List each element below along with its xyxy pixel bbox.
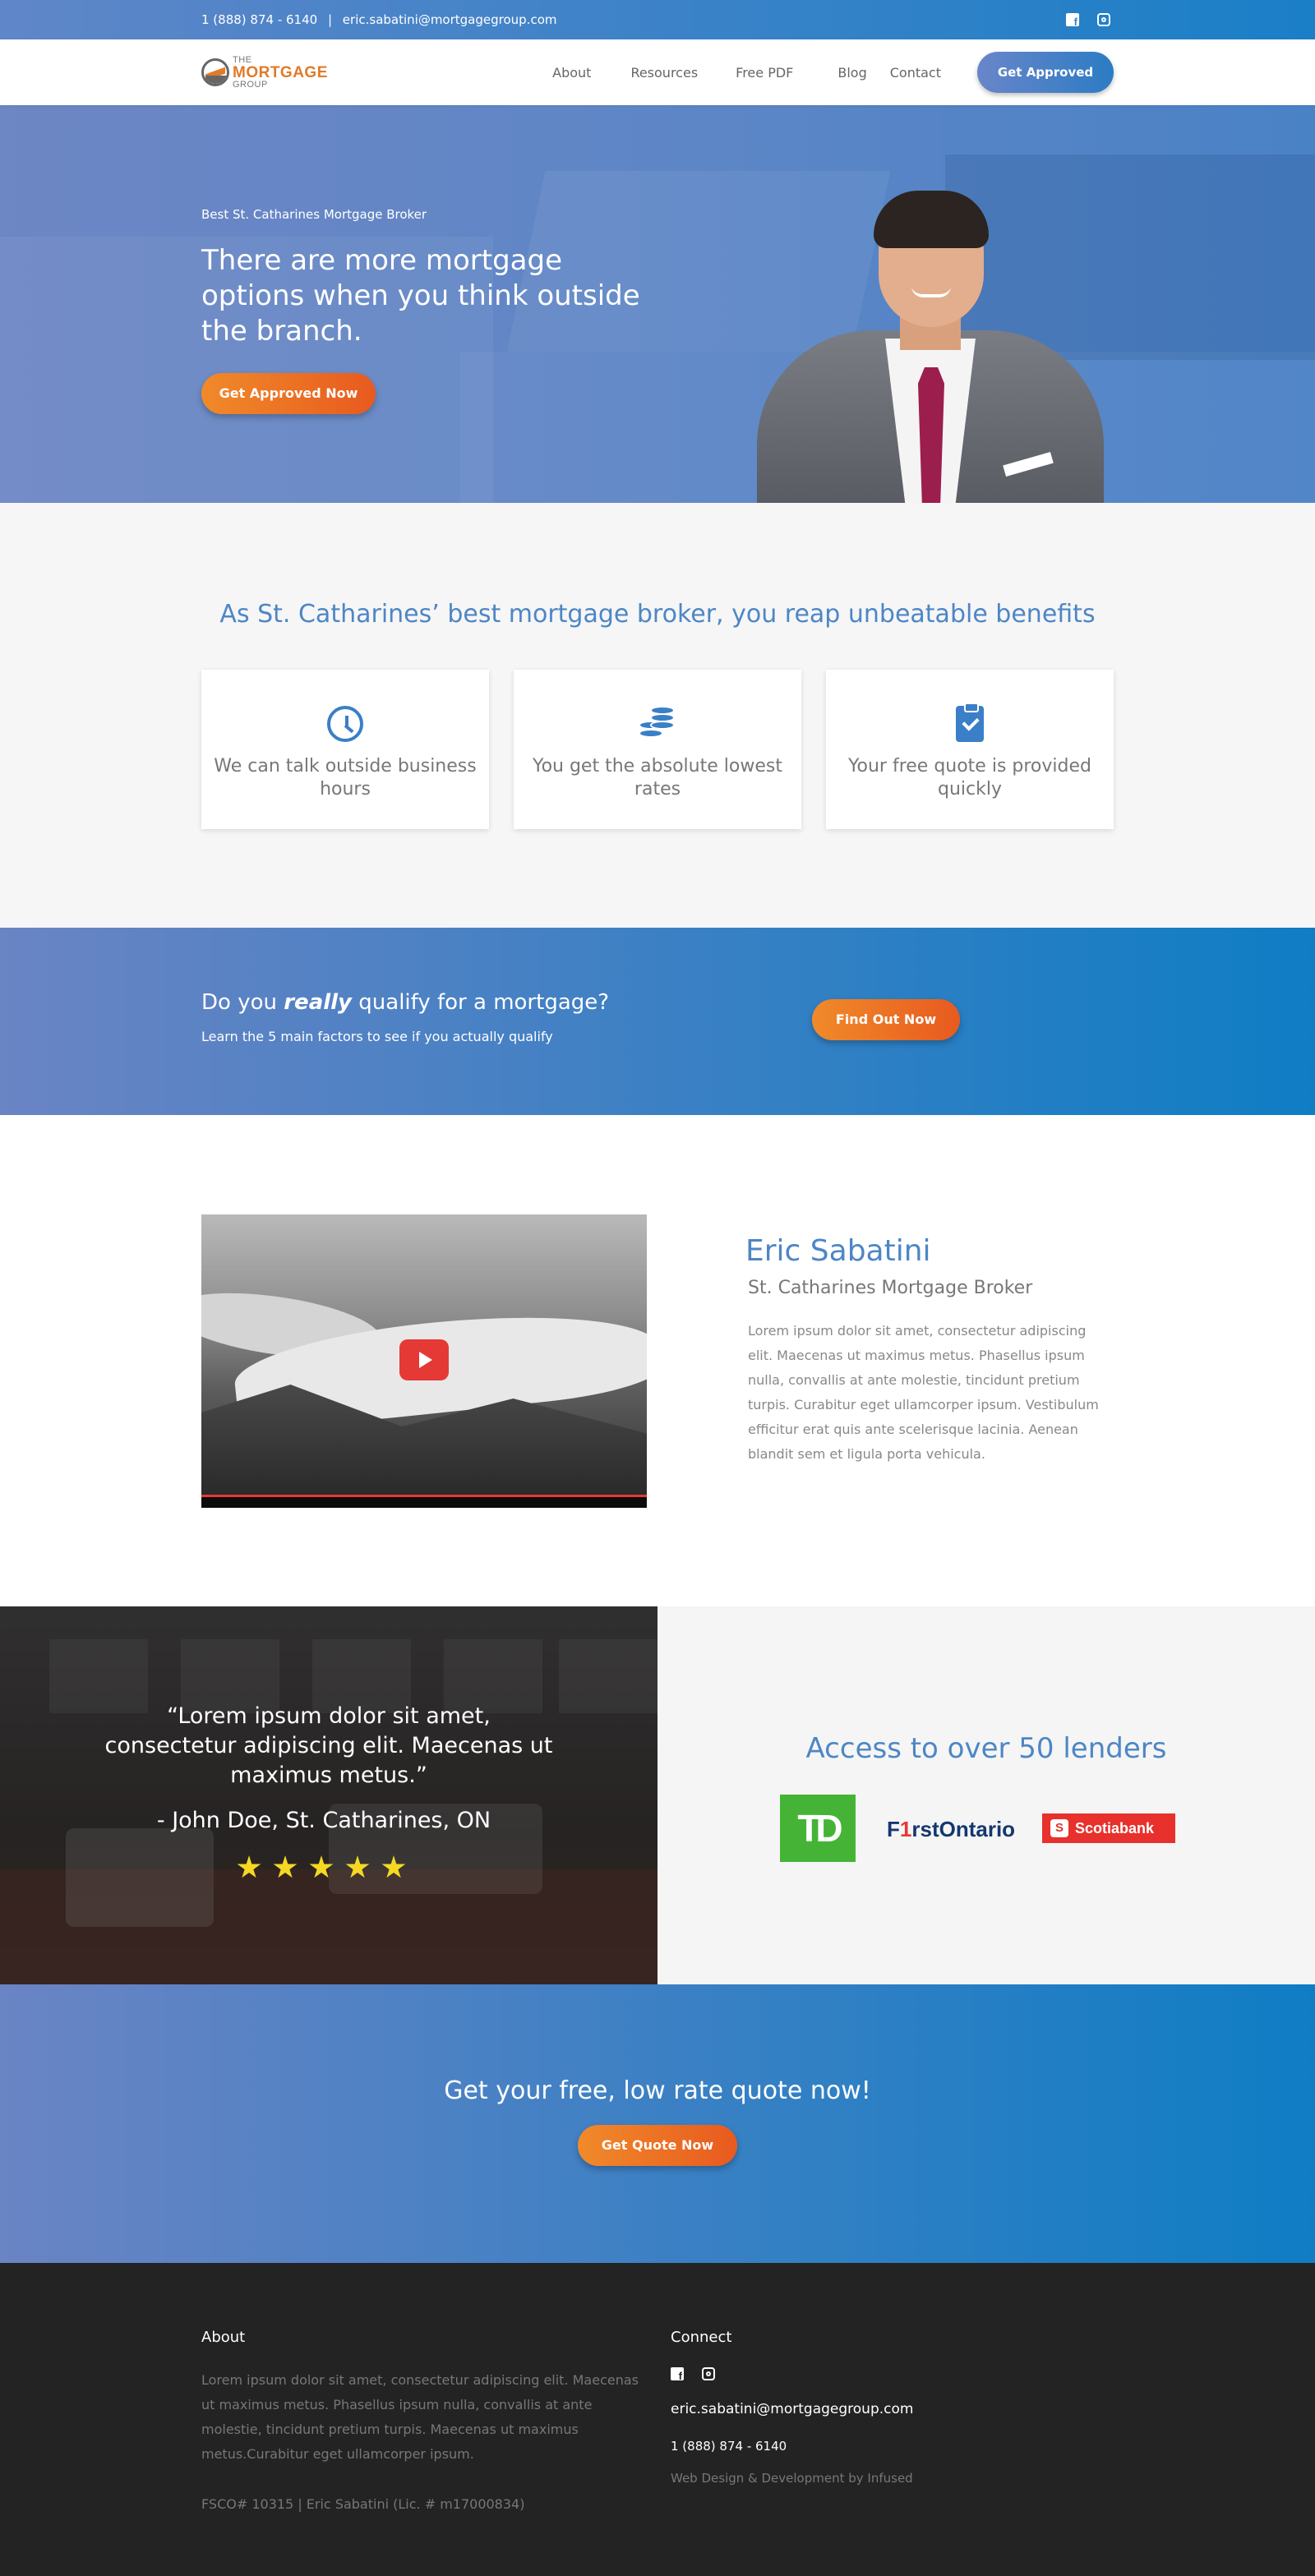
- find-out-now-button[interactable]: Find Out Now: [812, 999, 960, 1040]
- logo[interactable]: THE MORTGAGE GROUP: [201, 54, 328, 90]
- footer-about-title: About: [201, 2329, 246, 2346]
- top-bar: 1 (888) 874 - 6140 | eric.sabatini@mortg…: [0, 0, 1315, 39]
- top-email[interactable]: eric.sabatini@mortgagegroup.com: [343, 12, 557, 27]
- hero-eyebrow: Best St. Catharines Mortgage Broker: [201, 207, 427, 222]
- broker-name: Eric Sabatini: [745, 1234, 931, 1268]
- td-logo: TD: [780, 1795, 856, 1862]
- benefit-card: Your free quote is provided quickly: [826, 670, 1114, 829]
- rating-stars: [237, 1855, 406, 1880]
- footer-about-text: Lorem ipsum dolor sit amet, consectetur …: [201, 2372, 639, 2462]
- benefit-text: We can talk outside business hours: [214, 756, 477, 800]
- benefit-cards: We can talk outside business hours You g…: [201, 670, 1114, 829]
- logo-line3: GROUP: [233, 79, 268, 90]
- star-icon: [273, 1855, 298, 1878]
- video-controls[interactable]: [201, 1495, 647, 1508]
- footer-email[interactable]: eric.sabatini@mortgagegroup.com: [671, 2401, 913, 2417]
- qualify-banner: Do you really qualify for a mortgage? Le…: [0, 928, 1315, 1115]
- star-icon: [237, 1855, 261, 1878]
- broker-bio: Lorem ipsum dolor sit amet, consectetur …: [748, 1323, 1099, 1462]
- logo-mark-icon: [201, 58, 229, 86]
- logo-line2: MORTGAGE: [233, 63, 328, 81]
- hero-title: There are more mortgage options when you…: [201, 244, 640, 348]
- get-approved-now-button[interactable]: Get Approved Now: [201, 373, 376, 414]
- benefit-card: We can talk outside business hours: [201, 670, 489, 829]
- footer-social: [671, 2367, 715, 2382]
- facebook-icon[interactable]: [1066, 13, 1079, 28]
- instagram-icon[interactable]: [702, 2367, 715, 2380]
- top-phone[interactable]: 1 (888) 874 - 6140: [201, 12, 317, 27]
- footer-phone[interactable]: 1 (888) 874 - 6140: [671, 2439, 787, 2454]
- get-approved-button[interactable]: Get Approved: [977, 52, 1114, 93]
- top-contact: 1 (888) 874 - 6140 | eric.sabatini@mortg…: [201, 12, 557, 27]
- top-separator: |: [327, 12, 333, 27]
- broker-photo: [757, 177, 1104, 503]
- star-icon: [345, 1855, 370, 1878]
- nav-item-contact[interactable]: Contact: [890, 65, 941, 81]
- coins-icon: [639, 706, 676, 742]
- lenders-panel: Access to over 50 lenders TD F1rstOntari…: [658, 1606, 1315, 1984]
- benefit-text: Your free quote is provided quickly: [847, 756, 1091, 800]
- quote-heading: Get your free, low rate quote now!: [444, 2076, 871, 2105]
- video-player[interactable]: [201, 1214, 647, 1508]
- firstontario-logo: F1rstOntario: [887, 1817, 1016, 1841]
- star-icon: [309, 1855, 334, 1878]
- main-nav: THE MORTGAGE GROUP About Resources Free …: [0, 39, 1315, 105]
- qualify-subtitle: Learn the 5 main factors to see if you a…: [201, 1029, 553, 1044]
- testimonial-author: - John Doe, St. Catharines, ON: [156, 1808, 491, 1833]
- hero-section: Best St. Catharines Mortgage Broker Ther…: [0, 105, 1315, 503]
- benefits-heading: As St. Catharines’ best mortgage broker,…: [219, 600, 1096, 629]
- nav-item-blog[interactable]: Blog: [837, 65, 866, 81]
- play-button-icon[interactable]: [399, 1339, 449, 1380]
- testimonial: “Lorem ipsum dolor sit amet, consectetur…: [0, 1606, 658, 1984]
- footer-connect-title: Connect: [671, 2329, 732, 2346]
- top-social: [1066, 13, 1110, 28]
- benefit-card: You get the absolute lowest rates: [514, 670, 801, 829]
- quote-banner: Get your free, low rate quote now! Get Q…: [0, 1984, 1315, 2263]
- testimonial-lenders-section: “Lorem ipsum dolor sit amet, consectetur…: [0, 1606, 1315, 1984]
- about-section: Eric Sabatini St. Catharines Mortgage Br…: [0, 1115, 1315, 1606]
- facebook-icon[interactable]: [671, 2367, 684, 2382]
- nav-item-free-pdf[interactable]: Free PDF: [736, 65, 793, 81]
- star-icon: [381, 1855, 406, 1878]
- lenders-heading: Access to over 50 lenders: [805, 1732, 1167, 1765]
- qualify-title: Do you really qualify for a mortgage?: [201, 990, 610, 1015]
- footer: About Lorem ipsum dolor sit amet, consec…: [0, 2263, 1315, 2576]
- benefits-section: As St. Catharines’ best mortgage broker,…: [0, 503, 1315, 928]
- testimonial-quote: “Lorem ipsum dolor sit amet, consectetur…: [104, 1703, 553, 1788]
- footer-license: FSCO# 10315 | Eric Sabatini (Lic. # m170…: [201, 2496, 525, 2512]
- clipboard-check-icon: [956, 703, 984, 742]
- broker-role: St. Catharines Mortgage Broker: [748, 1278, 1033, 1298]
- logo-line1: THE: [233, 54, 252, 65]
- nav-item-about[interactable]: About: [552, 65, 591, 81]
- nav-menu: About Resources Free PDF Blog Contact Ge…: [552, 52, 1114, 93]
- footer-credit[interactable]: Web Design & Development by Infused: [671, 2471, 913, 2486]
- scotiabank-logo: Scotiabank: [1042, 1813, 1175, 1843]
- instagram-icon[interactable]: [1097, 13, 1110, 26]
- get-quote-now-button[interactable]: Get Quote Now: [578, 2125, 737, 2166]
- clock-icon: [327, 706, 363, 742]
- nav-item-resources[interactable]: Resources: [630, 65, 698, 81]
- benefit-text: You get the absolute lowest rates: [533, 756, 782, 800]
